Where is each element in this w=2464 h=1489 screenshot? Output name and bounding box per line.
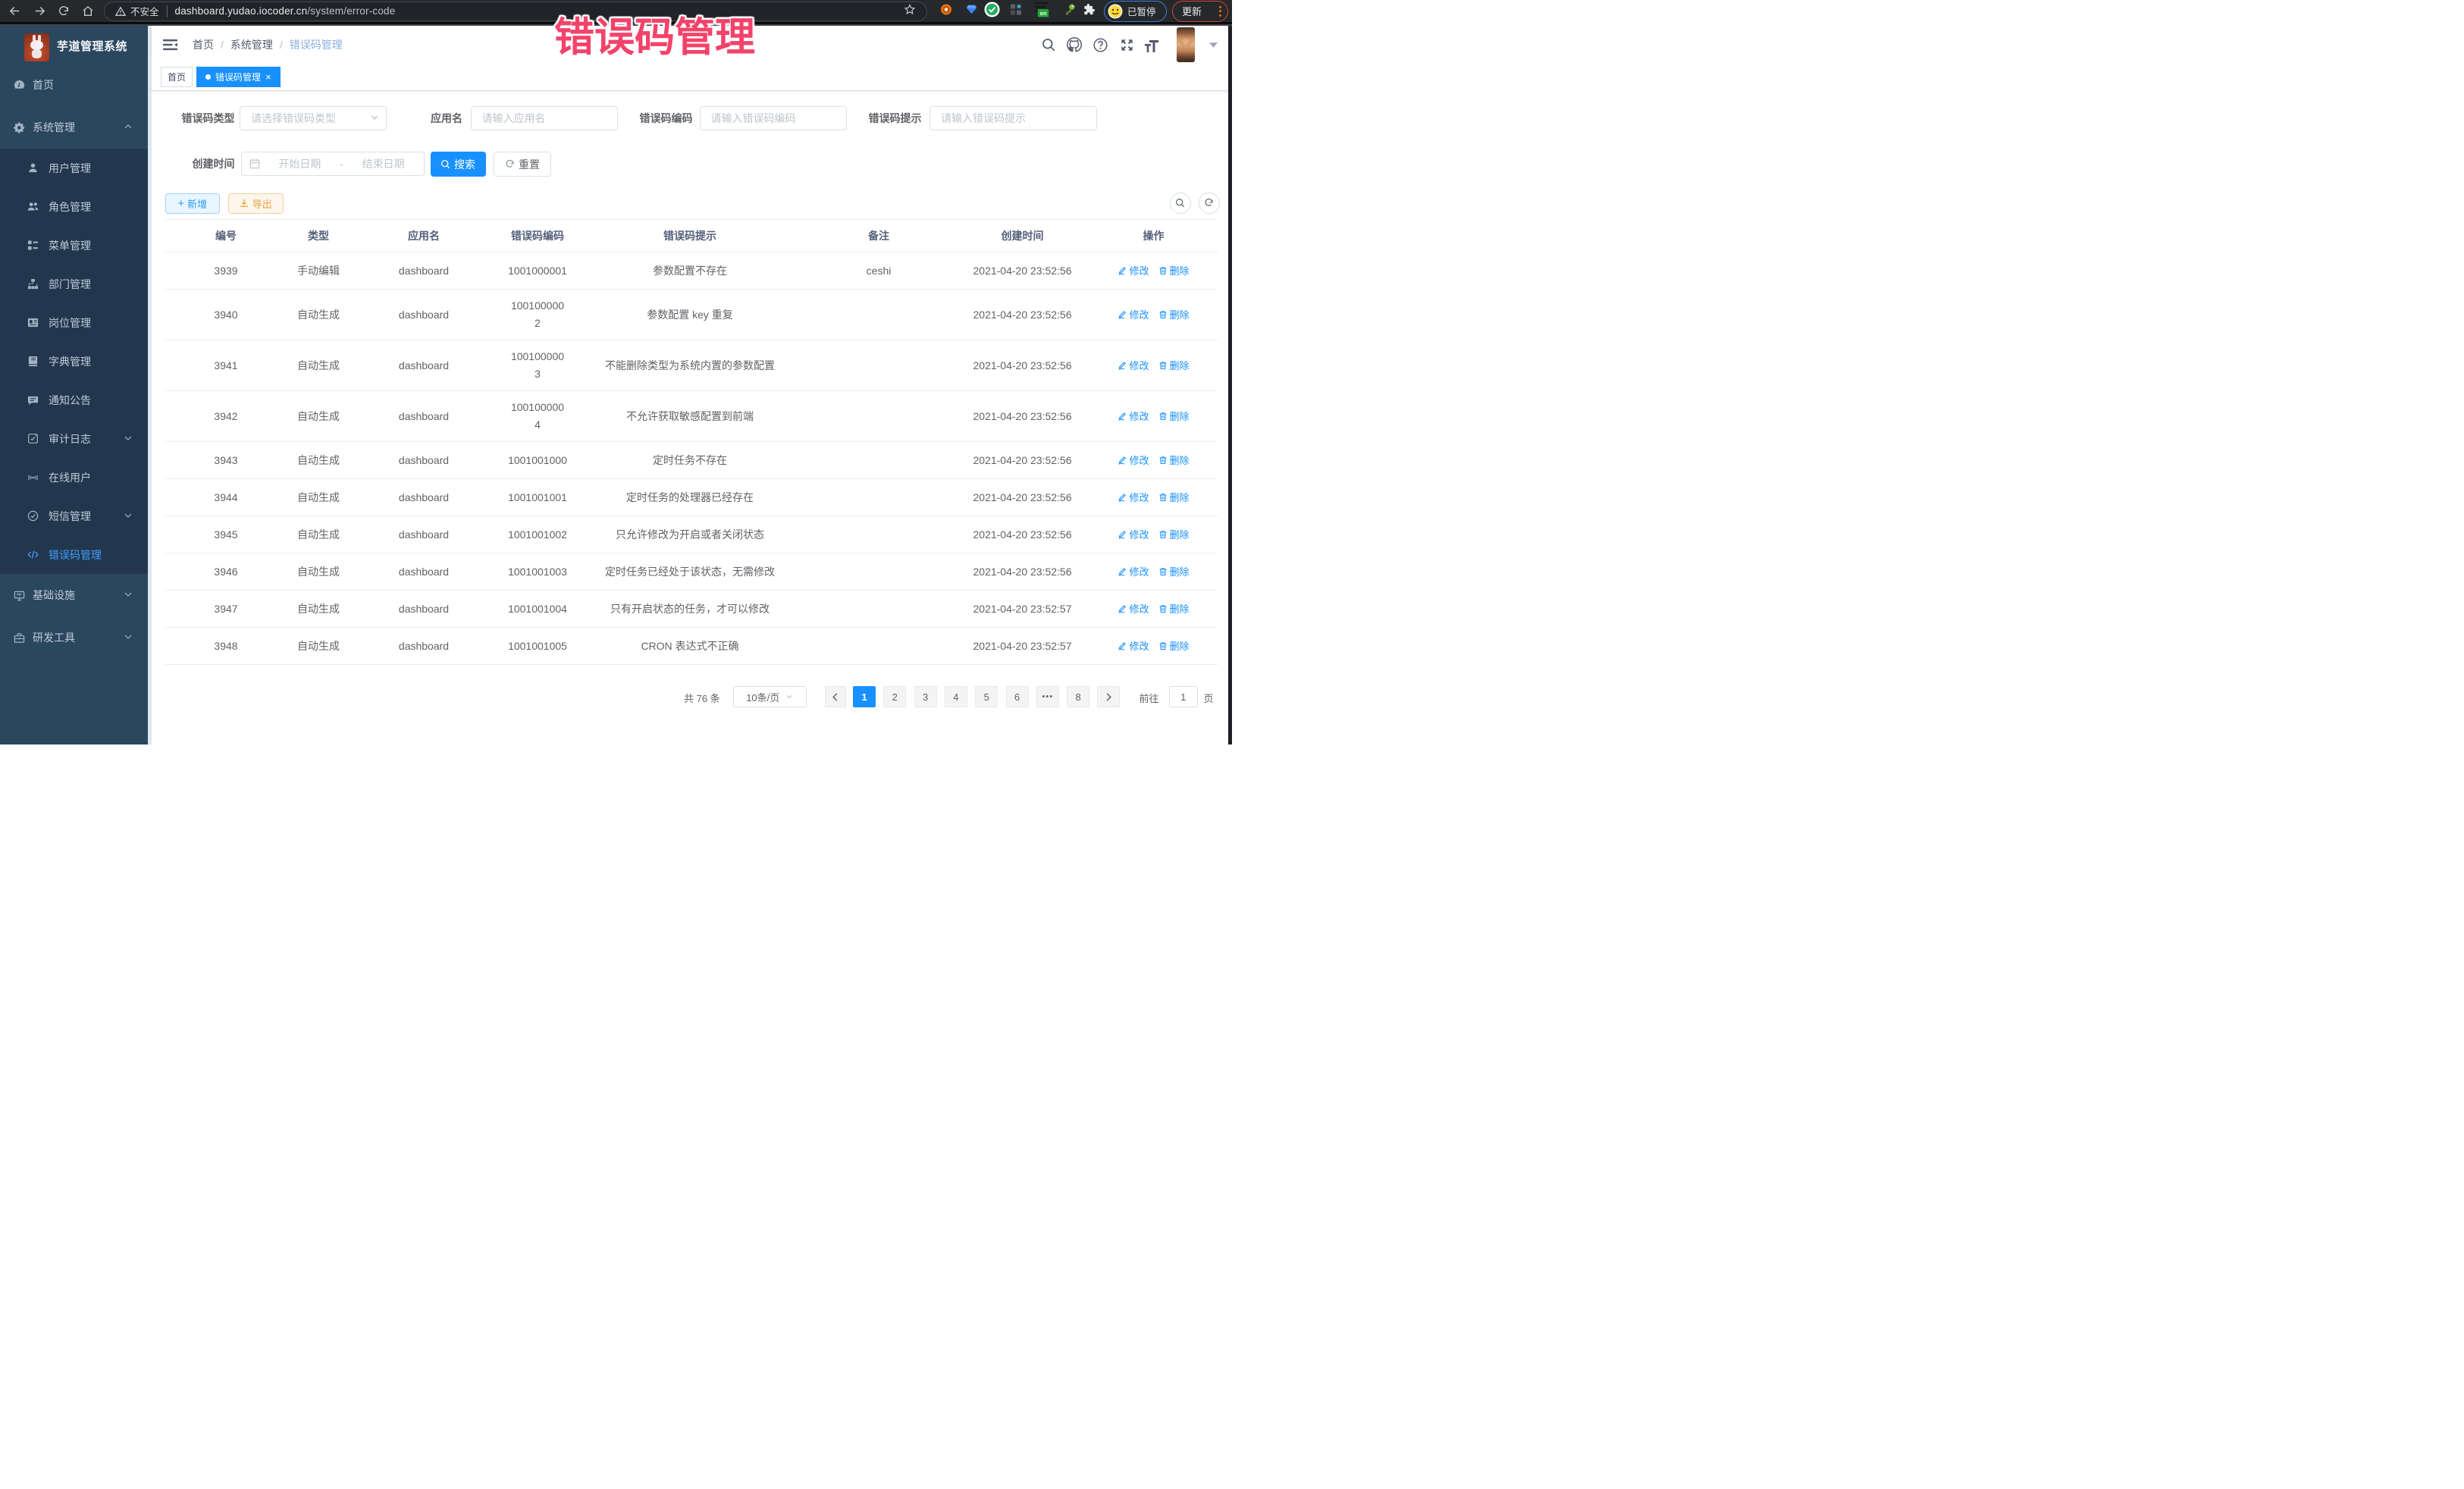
- svg-text:on: on: [1040, 11, 1047, 17]
